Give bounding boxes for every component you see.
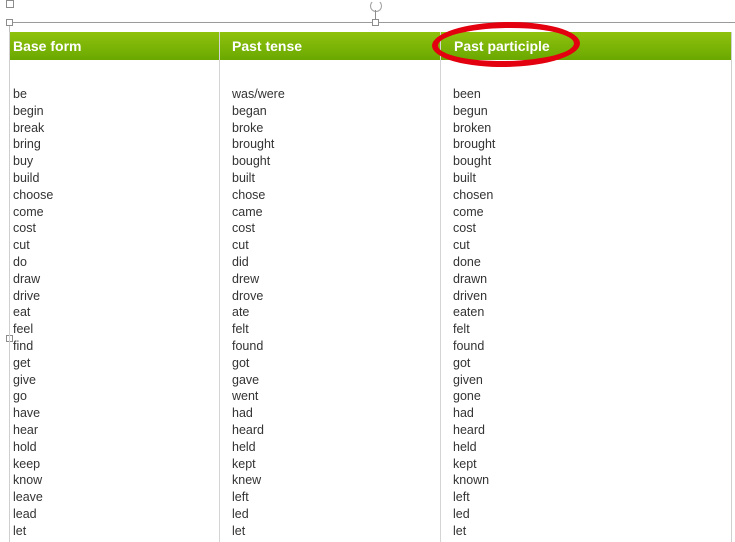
past-tense-column: was/were began broke brought bought built chos… <box>232 86 285 540</box>
past-tense-cell: bought <box>232 154 271 169</box>
base-form-cell: get <box>13 355 31 370</box>
table-header-row: Base form Past tense Past participle <box>10 32 731 60</box>
past-tense-cell: did <box>232 254 249 269</box>
base-form-cell: lead <box>13 506 37 521</box>
document-canvas: Base form Past tense Past participle be b… <box>0 0 735 542</box>
base-form-cell: keep <box>13 456 41 471</box>
past-tense-cell: left <box>232 490 249 505</box>
past-tense-cell: kept <box>232 456 256 471</box>
past-participle-cell: found <box>453 338 485 353</box>
base-form-cell: come <box>13 204 44 219</box>
past-participle-cell: let <box>453 523 467 538</box>
resize-handle-top-middle[interactable] <box>372 19 379 26</box>
past-participle-cell: been <box>453 87 481 101</box>
past-tense-cell: felt <box>232 322 249 337</box>
base-form-cell: have <box>13 406 41 421</box>
base-form-cell: begin <box>13 103 44 118</box>
base-form-cell: go <box>13 389 27 404</box>
header-base-form: Base form <box>13 38 82 54</box>
past-tense-cell: drew <box>232 271 260 286</box>
base-form-cell: find <box>13 338 34 353</box>
past-participle-cell: broken <box>453 120 492 135</box>
column-divider <box>440 32 441 542</box>
past-participle-cell: come <box>453 204 484 219</box>
past-participle-cell: felt <box>453 322 470 337</box>
past-tense-cell: cost <box>232 221 255 236</box>
past-tense-cell: went <box>232 389 259 404</box>
past-tense-cell: held <box>232 439 256 454</box>
past-tense-cell: broke <box>232 120 264 135</box>
past-participle-cell: heard <box>453 422 485 437</box>
past-participle-cell: built <box>453 170 476 185</box>
base-form-cell: let <box>13 523 27 538</box>
past-participle-cell: eaten <box>453 305 485 320</box>
base-form-cell: bring <box>13 137 41 152</box>
past-participle-cell: begun <box>453 103 488 118</box>
past-tense-cell: built <box>232 170 255 185</box>
past-tense-cell: was/were <box>232 87 285 101</box>
past-participle-cell: led <box>453 506 470 521</box>
past-participle-cell: done <box>453 254 481 269</box>
past-tense-cell: found <box>232 338 264 353</box>
past-participle-cell: got <box>453 355 471 370</box>
past-tense-cell: cut <box>232 238 249 253</box>
past-tense-cell: had <box>232 406 253 421</box>
past-participle-cell: had <box>453 406 474 421</box>
past-tense-cell: brought <box>232 137 275 152</box>
base-form-cell: break <box>13 120 45 135</box>
base-form-cell: do <box>13 254 27 269</box>
base-form-cell: cut <box>13 238 30 253</box>
irregular-verbs-table[interactable]: Base form Past tense Past participle be b… <box>9 32 732 542</box>
header-past-tense: Past tense <box>232 38 303 54</box>
base-form-cell: hear <box>13 422 39 437</box>
past-tense-cell: gave <box>232 372 260 387</box>
base-form-cell: drive <box>13 288 41 303</box>
past-participle-cell: held <box>453 439 477 454</box>
column-divider <box>219 32 220 542</box>
base-form-cell: leave <box>13 490 43 505</box>
past-tense-cell: drove <box>232 288 264 303</box>
base-form-cell: hold <box>13 439 37 454</box>
base-form-cell: build <box>13 170 40 185</box>
base-form-cell: know <box>13 473 43 488</box>
base-form-cell: choose <box>13 187 54 202</box>
past-tense-cell: ate <box>232 305 250 320</box>
past-participle-cell: kept <box>453 456 477 471</box>
past-tense-cell: heard <box>232 422 264 437</box>
past-participle-cell: given <box>453 372 483 387</box>
past-tense-cell: got <box>232 355 250 370</box>
past-tense-cell: knew <box>232 473 262 488</box>
base-form-column: be begin break bring buy build choose come cost c… <box>13 86 53 540</box>
base-form-cell: feel <box>13 322 34 337</box>
past-participle-column: been begun broken brought bought built chosen c… <box>453 86 495 540</box>
base-form-cell: cost <box>13 221 36 236</box>
past-participle-cell: cut <box>453 238 470 253</box>
past-participle-cell: left <box>453 490 470 505</box>
past-participle-cell: bought <box>453 154 492 169</box>
past-participle-cell: cost <box>453 221 476 236</box>
past-tense-cell: came <box>232 204 263 219</box>
resize-handle-top-left[interactable] <box>6 19 13 26</box>
past-tense-cell: began <box>232 103 267 118</box>
base-form-cell: draw <box>13 271 41 286</box>
rotate-handle-icon[interactable] <box>370 0 382 12</box>
past-tense-cell: chose <box>232 187 266 202</box>
past-participle-cell: brought <box>453 137 496 152</box>
past-tense-cell: let <box>232 523 246 538</box>
base-form-cell: give <box>13 372 36 387</box>
anchor-handle[interactable] <box>6 0 14 8</box>
past-participle-cell: known <box>453 473 490 488</box>
past-participle-cell: chosen <box>453 187 494 202</box>
past-participle-cell: driven <box>453 288 488 303</box>
base-form-cell: eat <box>13 305 31 320</box>
past-participle-cell: gone <box>453 389 481 404</box>
past-tense-cell: led <box>232 506 249 521</box>
base-form-cell: buy <box>13 154 34 169</box>
base-form-cell: be <box>13 87 27 101</box>
past-participle-cell: drawn <box>453 271 488 286</box>
